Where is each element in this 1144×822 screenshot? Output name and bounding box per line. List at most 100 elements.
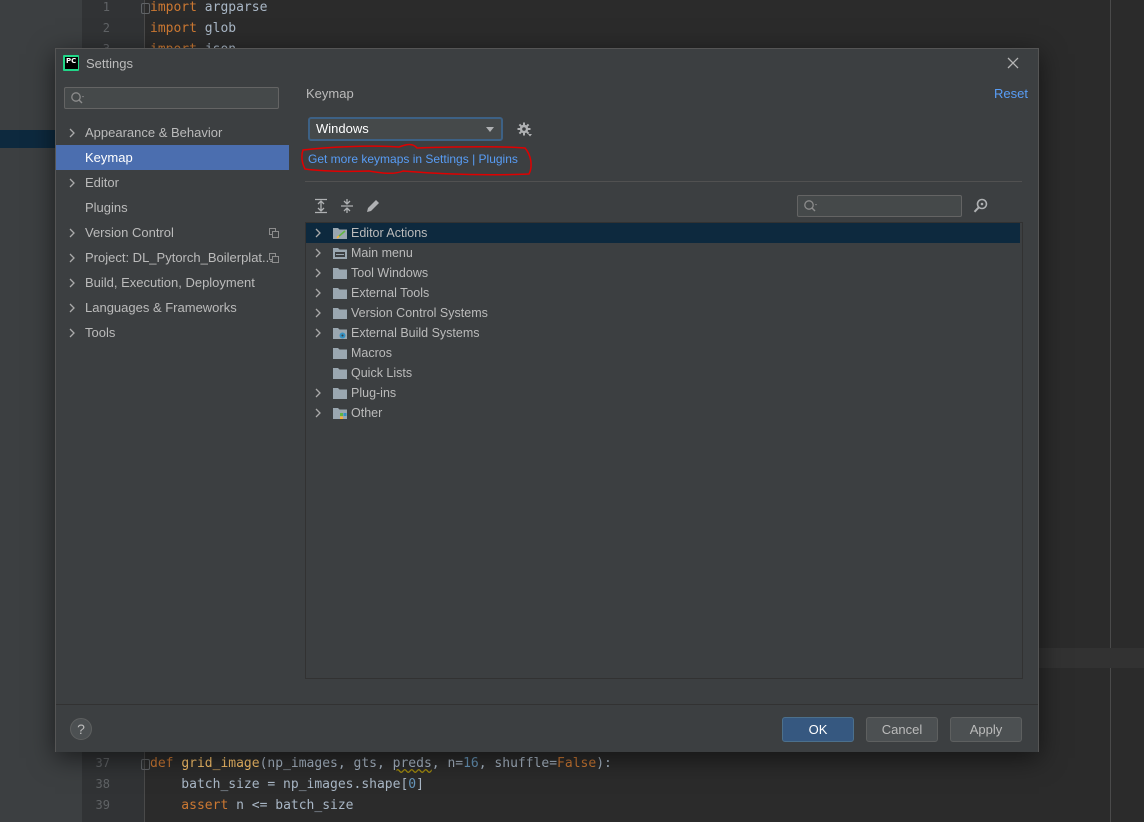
tree-item-label: External Build Systems [351,326,480,340]
chevron-right-icon [69,278,75,288]
search-icon [804,200,817,212]
sidebar-item-appearance-behavior[interactable]: Appearance & Behavior [56,120,289,145]
tree-item-editor-actions[interactable]: Editor Actions [306,223,1020,243]
chevron-right-icon [315,248,321,258]
dialog-titlebar[interactable]: PC Settings [56,49,1038,77]
tree-item-label: Macros [351,346,392,360]
chevron-right-icon [315,268,321,278]
folder-icon [333,288,347,299]
chevron-right-icon [315,388,321,398]
close-icon [1007,57,1019,69]
edit-shortcut-icon[interactable] [364,197,382,215]
code-line[interactable]: import argparse [150,0,267,18]
page-title: Keymap [306,86,354,101]
project-panel-selection [0,130,56,148]
reset-link[interactable]: Reset [994,86,1028,101]
cancel-button[interactable]: Cancel [866,717,938,742]
search-icon [71,92,84,104]
more-keymaps-link[interactable]: Get more keymaps in Settings | Plugins [308,152,518,166]
sidebar-item-label: Keymap [85,150,133,165]
tree-item-plug-ins[interactable]: Plug-ins [306,383,1020,403]
sidebar-item-label: Version Control [85,225,174,240]
action-search-input[interactable] [797,195,962,217]
sidebar-item-label: Tools [85,325,116,340]
dialog-footer: ? OK Cancel Apply [56,704,1038,752]
close-button[interactable] [1003,53,1023,73]
right-margin-guide [1110,0,1111,822]
tree-item-label: Version Control Systems [351,306,488,320]
chevron-right-icon [315,288,321,298]
project-scope-icon [269,253,279,263]
fold-marker-icon[interactable] [141,759,150,770]
collapse-all-icon[interactable] [338,197,356,215]
build-folder-icon [333,328,347,339]
folder-icon [333,368,347,379]
folder-icon [333,348,347,359]
tree-item-version-control-systems[interactable]: Version Control Systems [306,303,1020,323]
settings-sidebar: Appearance & Behavior Keymap Editor Plug… [56,77,289,704]
folder-icon [333,388,347,399]
sidebar-item-tools[interactable]: Tools [56,320,289,345]
sidebar-search-input[interactable] [64,87,279,109]
chevron-right-icon [315,228,321,238]
sidebar-item-languages-frameworks[interactable]: Languages & Frameworks [56,295,289,320]
gear-icon[interactable] [516,121,534,139]
code-line[interactable]: def grid_image(np_images, gts, preds, n=… [150,753,612,774]
editor-highlight-band [1037,648,1144,668]
folder-icon [333,308,347,319]
sidebar-item-keymap[interactable]: Keymap [56,145,289,170]
line-number: 39 [95,798,110,812]
sidebar-item-label: Editor [85,175,119,190]
menu-folder-icon [333,248,347,259]
line-number: 2 [102,21,110,35]
tree-item-other[interactable]: Other [306,403,1020,423]
divider [305,181,1022,182]
chevron-right-icon [69,253,75,263]
sidebar-item-version-control[interactable]: Version Control [56,220,289,245]
line-number: 1 [102,0,110,14]
tree-item-main-menu[interactable]: Main menu [306,243,1020,263]
chevron-down-icon [486,127,494,132]
sidebar-item-label: Languages & Frameworks [85,300,237,315]
line-number: 38 [95,777,110,791]
code-line[interactable]: assert n <= batch_size [150,795,353,816]
chevron-right-icon [315,328,321,338]
help-button[interactable]: ? [70,718,92,740]
tree-item-macros[interactable]: Macros [306,343,1020,363]
sidebar-item-label: Build, Execution, Deployment [85,275,255,290]
code-line[interactable]: batch_size = np_images.shape[0] [150,774,424,795]
chevron-right-icon [69,178,75,188]
code-line[interactable]: import glob [150,18,236,39]
folder-icon [333,268,347,279]
tree-item-label: Other [351,406,383,420]
tree-item-label: Quick Lists [351,366,413,380]
chevron-right-icon [315,308,321,318]
ok-button[interactable]: OK [782,717,854,742]
tree-item-quick-lists[interactable]: Quick Lists [306,363,1020,383]
expand-all-icon[interactable] [312,197,330,215]
tree-item-external-tools[interactable]: External Tools [306,283,1020,303]
sidebar-item-plugins[interactable]: Plugins [56,195,289,220]
sidebar-item-project[interactable]: Project: DL_Pytorch_Boilerplat... [56,245,289,270]
tree-item-label: Plug-ins [351,386,397,400]
sidebar-item-label: Plugins [85,200,128,215]
editor-actions-folder-icon [333,228,347,239]
tree-item-tool-windows[interactable]: Tool Windows [306,263,1020,283]
pycharm-icon: PC [63,55,79,71]
apply-button[interactable]: Apply [950,717,1022,742]
sidebar-item-label: Project: DL_Pytorch_Boilerplat... [85,250,273,265]
keymap-select[interactable]: Windows [308,117,503,141]
sidebar-item-editor[interactable]: Editor [56,170,289,195]
chevron-right-icon [69,228,75,238]
tree-item-label: External Tools [351,286,430,300]
tree-item-external-build-systems[interactable]: External Build Systems [306,323,1020,343]
chevron-right-icon [69,303,75,313]
dialog-title: Settings [86,56,133,71]
tree-item-label: Editor Actions [351,226,428,240]
find-by-shortcut-icon[interactable] [972,197,990,215]
keymap-select-value: Windows [316,121,369,136]
sidebar-item-build-execution-deployment[interactable]: Build, Execution, Deployment [56,270,289,295]
other-folder-icon [333,408,347,419]
fold-marker-icon[interactable] [141,3,150,14]
sidebar-item-label: Appearance & Behavior [85,125,223,140]
